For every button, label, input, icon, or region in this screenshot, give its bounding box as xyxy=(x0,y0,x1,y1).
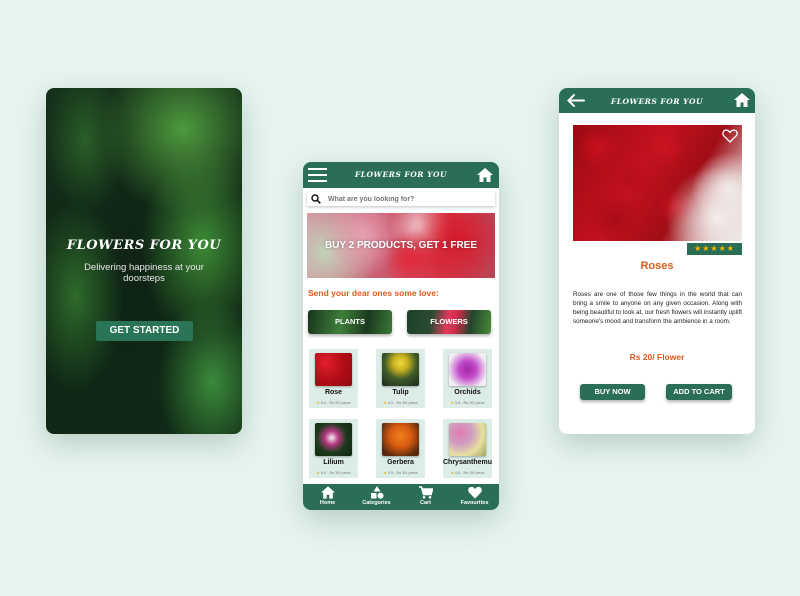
splash-subtitle: Delivering happiness at your doorsteps xyxy=(84,262,204,284)
nav-categories-label: Categories xyxy=(362,500,391,506)
product-description: Roses are one of those few things in the… xyxy=(573,291,742,325)
nav-favourites[interactable]: Favourites xyxy=(450,484,499,510)
product-name: Roses xyxy=(640,260,674,272)
search-bar xyxy=(307,192,495,206)
buy-now-button[interactable]: BUY NOW xyxy=(580,384,645,400)
star-icon: ★ xyxy=(316,401,320,405)
product-card-rose[interactable]: Rose ★ 5.0 - Rs 20/ piece xyxy=(309,349,358,408)
product-price: Rs 20/ Flower xyxy=(629,352,685,362)
product-image xyxy=(382,353,419,386)
app-title: FLOWERS FOR YOU xyxy=(354,170,448,179)
promo-banner-text: BUY 2 PRODUCTS, GET 1 FREE xyxy=(324,240,478,251)
star-icon: ★ xyxy=(383,401,387,405)
add-to-cart-button[interactable]: ADD TO CART xyxy=(666,384,732,400)
home-icon xyxy=(320,486,335,499)
star-icon: ★ xyxy=(450,471,454,475)
product-meta: ★ 5.0 - Rs 35/ piece xyxy=(316,471,351,475)
star-icon: ★ xyxy=(316,471,320,475)
rating-stars: ★★★★★ xyxy=(687,243,742,255)
splash-screen: FLOWERS FOR YOU Delivering happiness at … xyxy=(46,88,242,434)
star-icon: ★ xyxy=(383,471,387,475)
splash-title: FLOWERS FOR YOU xyxy=(66,238,222,253)
app-header: FLOWERS FOR YOU xyxy=(559,88,755,113)
search-icon xyxy=(311,194,321,204)
home-screen: FLOWERS FOR YOU BUY 2 PRODUCTS, GET 1 FR… xyxy=(303,162,499,510)
promo-banner[interactable]: BUY 2 PRODUCTS, GET 1 FREE xyxy=(307,213,495,278)
cart-icon xyxy=(418,486,433,499)
product-name: Lilium xyxy=(323,459,344,466)
product-name: Tulip xyxy=(392,389,409,396)
nav-categories[interactable]: Categories xyxy=(352,484,401,510)
product-meta: ★ 4.0 - Rs 15/ piece xyxy=(450,471,485,475)
category-flowers-button[interactable]: FLOWERS xyxy=(407,310,491,334)
nav-cart-label: Cart xyxy=(419,500,431,506)
home-icon[interactable] xyxy=(734,93,750,107)
shapes-icon xyxy=(370,486,383,499)
product-name: Chrysanthemu xyxy=(443,459,493,466)
product-card-chrysanthemum[interactable]: Chrysanthemu ★ 4.0 - Rs 15/ piece xyxy=(443,419,492,478)
nav-favourites-label: Favourites xyxy=(460,500,489,506)
product-meta: ★ 4.5 - Rs 30/ piece xyxy=(383,471,418,475)
product-name: Gerbera xyxy=(387,459,414,466)
home-icon[interactable] xyxy=(477,168,493,182)
nav-home[interactable]: Home xyxy=(303,484,352,510)
heart-icon xyxy=(467,486,482,499)
product-image xyxy=(573,125,742,241)
product-meta: ★ 4.0 - Rs 35/ piece xyxy=(383,401,418,405)
product-detail-screen: FLOWERS FOR YOU ★★★★★ Roses Roses are on… xyxy=(559,88,755,434)
product-image xyxy=(449,353,486,386)
product-meta: ★ 5.0 - Rs 20/ piece xyxy=(316,401,351,405)
product-card-orchids[interactable]: Orchids ★ 3.5 - Rs 20/ piece xyxy=(443,349,492,408)
app-title: FLOWERS FOR YOU xyxy=(610,97,704,106)
search-input[interactable] xyxy=(328,195,478,203)
nav-cart[interactable]: Cart xyxy=(401,484,450,510)
nav-home-label: Home xyxy=(319,500,336,506)
product-image xyxy=(382,423,419,456)
product-card-lilium[interactable]: Lilium ★ 5.0 - Rs 35/ piece xyxy=(309,419,358,478)
section-title: Send your dear ones some love: xyxy=(308,288,439,298)
product-card-gerbera[interactable]: Gerbera ★ 4.5 - Rs 30/ piece xyxy=(376,419,425,478)
heart-outline-icon[interactable] xyxy=(722,129,738,143)
star-icon: ★ xyxy=(450,401,454,405)
product-card-tulip[interactable]: Tulip ★ 4.0 - Rs 35/ piece xyxy=(376,349,425,408)
category-plants-button[interactable]: PLANTS xyxy=(308,310,392,334)
get-started-button[interactable]: GET STARTED xyxy=(96,321,193,341)
product-name: Rose xyxy=(324,389,343,396)
product-image xyxy=(449,423,486,456)
bottom-nav: Home Categories Cart Favourites xyxy=(303,484,499,510)
product-name: Orchids xyxy=(454,389,481,396)
product-image xyxy=(315,353,352,386)
product-meta: ★ 3.5 - Rs 20/ piece xyxy=(450,401,485,405)
product-image xyxy=(315,423,352,456)
app-header: FLOWERS FOR YOU xyxy=(303,162,499,188)
